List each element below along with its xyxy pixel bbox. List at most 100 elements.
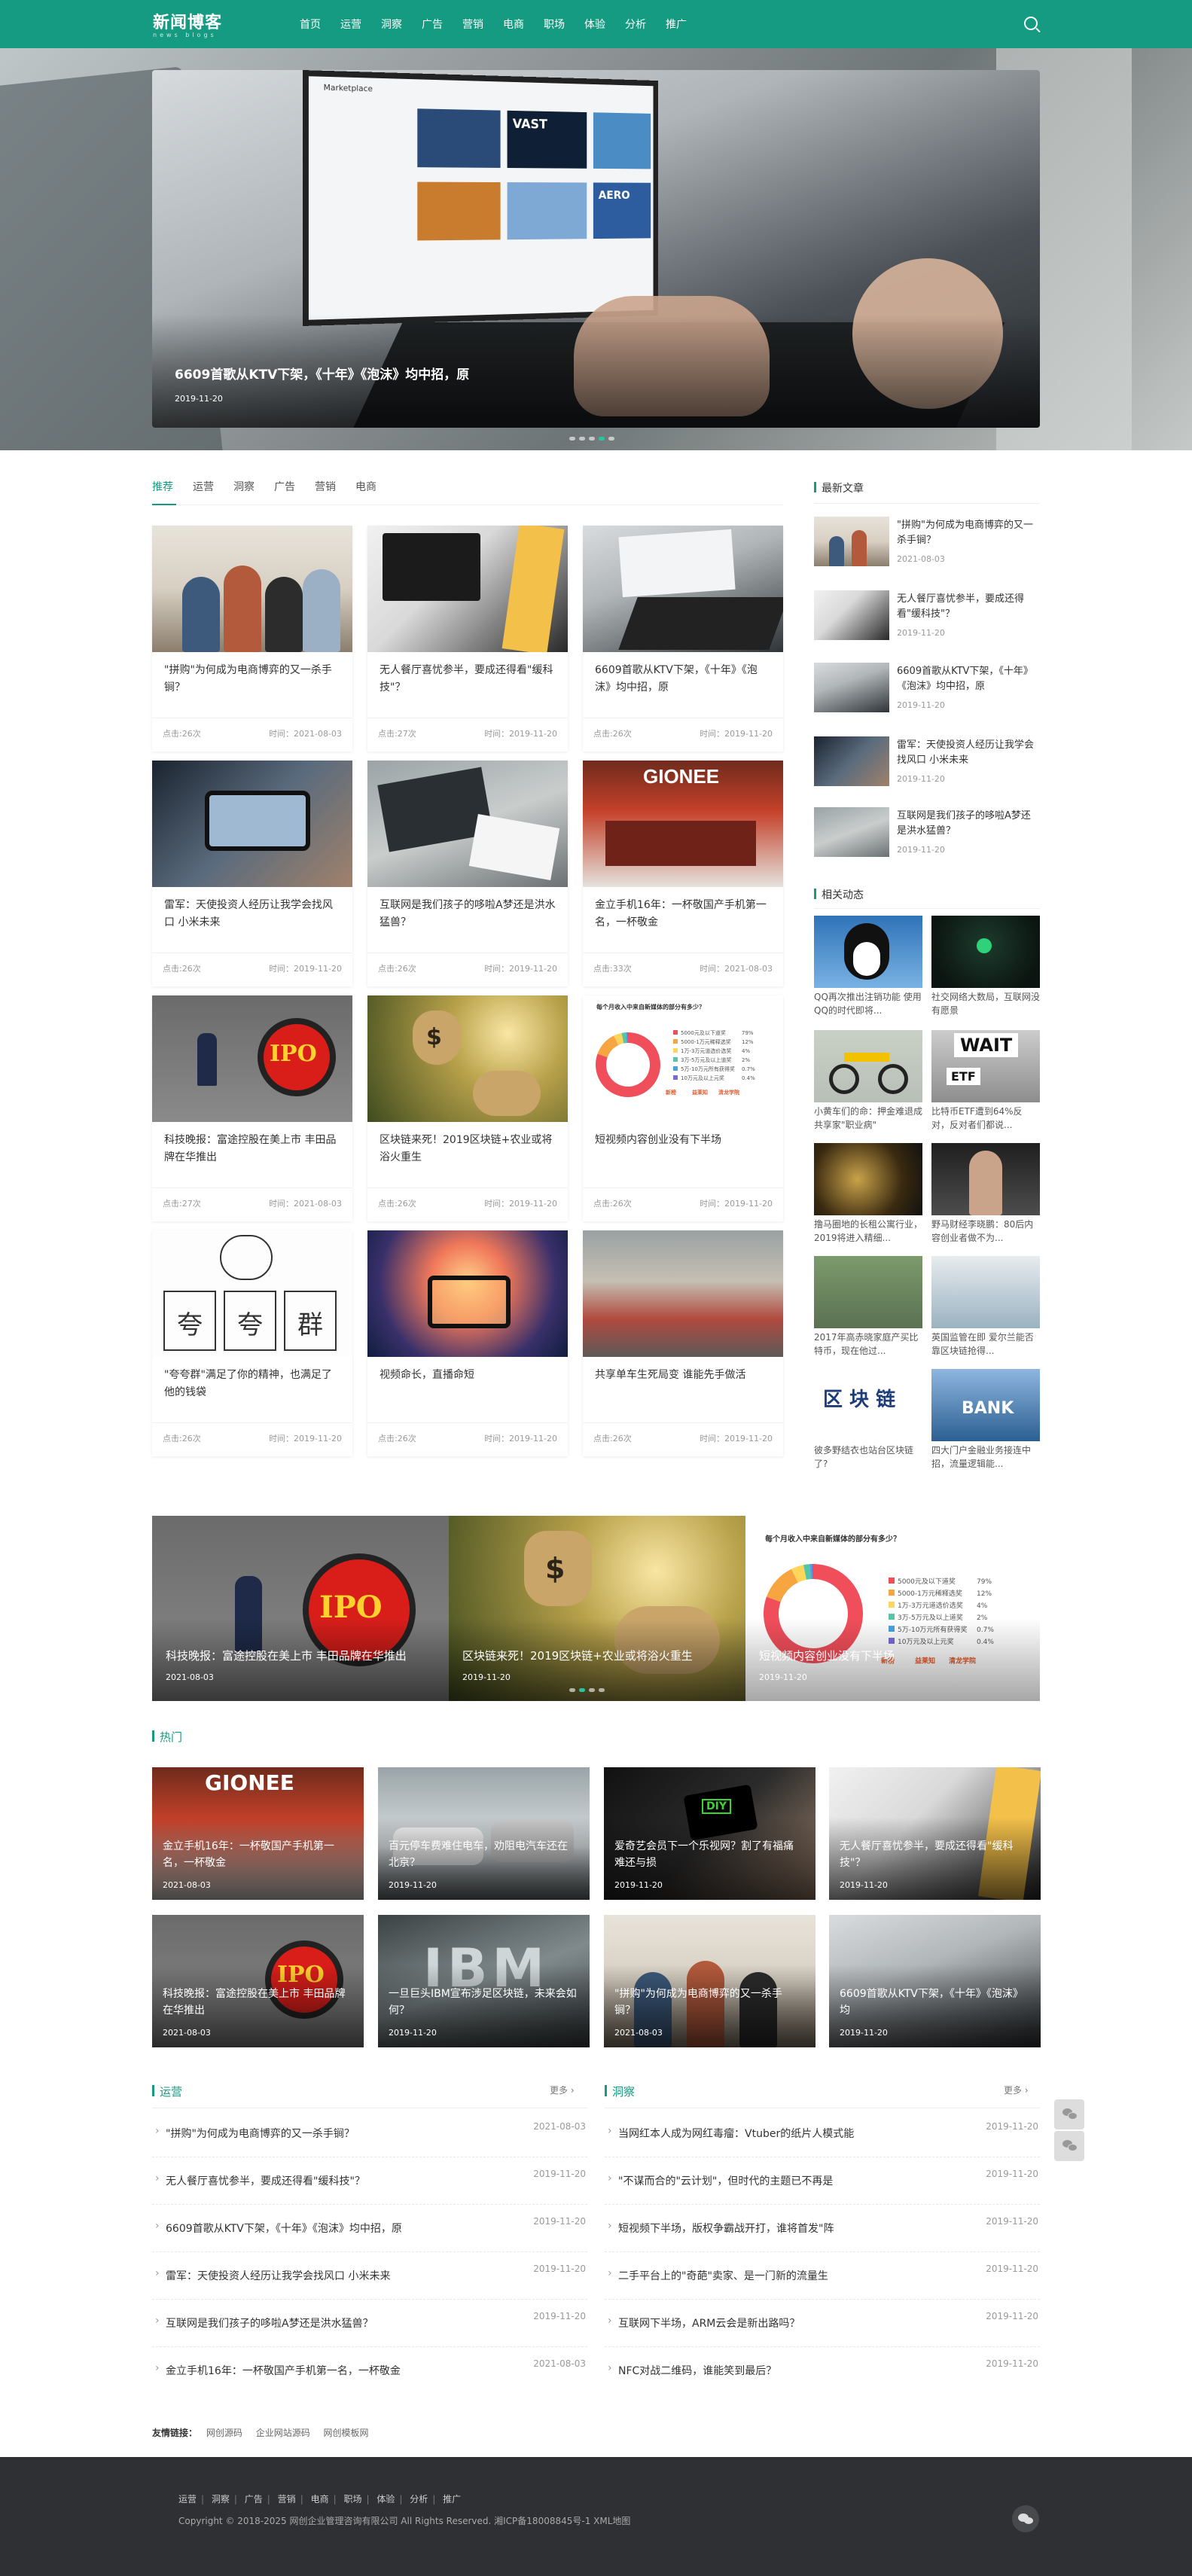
related-title[interactable]: 野马财经李晓鹏：80后内容创业者做不为... [931,1218,1040,1245]
list-item[interactable]: 短视频下半场，版权争霸战开打，谁将首发"阵 2019-11-20 [605,2206,1040,2252]
related-title[interactable]: 小黄车们的命：押金难退成共享家"职业病" [814,1105,922,1132]
list-item[interactable]: 二手平台上的"奇葩"卖家、是一门新的流量生 2019-11-20 [605,2253,1040,2300]
latest-thumbnail[interactable] [814,590,889,640]
carousel-slide[interactable]: $ 区块链来死！2019区块链+农业或将浴火重生 2019-11-20 [449,1516,745,1701]
latest-title[interactable]: "拼购"为何成为电商博弈的又一杀手锏？ [897,518,1040,548]
nav-item[interactable]: 分析 [625,17,666,32]
pagination-dot[interactable] [579,437,585,441]
article-thumbnail[interactable]: 每个月收入中来自新媒体的部分有多少？ 5000元及以下道奖 79% 5000-1万元稀… [583,995,783,1122]
article-card[interactable]: 6609首歌从KTV下架，《十年》《泡沫》均中招，原 点击:26次 时间：2019… [583,526,783,751]
footer-link[interactable]: 营销 [278,2494,296,2504]
article-thumbnail[interactable]: GIONEE [583,761,783,887]
hot-title[interactable]: 金立手机16年：一杯敬国产手机第一名，一杯敬金 [163,1838,351,1871]
pagination-dot[interactable] [589,1688,595,1692]
hot-title[interactable]: 一旦巨头IBM宣布涉足区块链，未来会如何？ [389,1986,577,2019]
article-title[interactable]: 区块链来死！2019区块链+农业或将浴火重生 [380,1132,556,1166]
hot-title[interactable]: 科技晚报：富途控股在美上市 丰田品牌在华推出 [163,1986,351,2019]
carousel-title[interactable]: 科技晚报：富途控股在美上市 丰田品牌在华推出 [166,1648,407,1663]
related-thumbnail[interactable] [931,1143,1040,1215]
article-card[interactable]: 互联网是我们孩子的哆啦A梦还是洪水猛兽？ 点击:26次 时间：2019-11-20 [367,761,568,986]
nav-item[interactable]: 首页 [300,17,340,32]
hot-item[interactable]: 无人餐厅喜忧参半，要成还得看"缓科技"？ 2019-11-20 [829,1767,1041,1900]
nav-item[interactable]: 推广 [666,17,706,32]
hot-item[interactable]: IBM 一旦巨头IBM宣布涉足区块链，未来会如何？ 2019-11-20 [378,1915,590,2047]
hero-title[interactable]: 6609首歌从KTV下架，《十年》《泡沫》均中招，原 [175,364,469,383]
wechat-icon[interactable] [1012,2505,1039,2532]
nav-item[interactable]: 广告 [422,17,462,32]
related-item[interactable]: 2017年高赤晓家庭产买比特币，现在他过... [814,1256,922,1361]
related-title[interactable]: 比特币ETF遭到64%反对，反对者们都说... [931,1105,1040,1132]
article-thumbnail[interactable] [583,1230,783,1357]
article-thumbnail[interactable] [583,526,783,652]
article-card[interactable]: IPO 科技晚报：富途控股在美上市 丰田品牌在华推出 点击:27次 时间：2021… [152,995,352,1221]
article-title[interactable]: 6609首歌从KTV下架，《十年》《泡沫》均中招，原 [595,662,771,697]
pagination-dot[interactable] [599,1688,605,1692]
related-item[interactable]: 小黄车们的命：押金难退成共享家"职业病" [814,1030,922,1136]
article-thumbnail[interactable]: $ [367,995,568,1122]
related-title[interactable]: 撸马圈地的长租公寓行业，2019将进入精细... [814,1218,922,1245]
related-thumbnail[interactable] [931,1256,1040,1328]
article-card[interactable]: 雷军：天使投资人经历让我学会找风口 小米未来 点击:26次 时间：2019-11-… [152,761,352,986]
list-title[interactable]: "拼购"为何成为电商博弈的又一杀手锏？ [155,2125,355,2141]
list-item[interactable]: "不谋而合的"云计划"，但时代的主题已不再是 2019-11-20 [605,2158,1040,2205]
tab-insight[interactable]: 洞察 [233,479,255,494]
latest-article-item[interactable]: 6609首歌从KTV下架，《十年》《泡沫》均中招，原 2019-11-20 [814,663,1040,714]
article-title[interactable]: 雷军：天使投资人经历让我学会找风口 小米未来 [164,897,340,931]
latest-thumbnail[interactable] [814,517,889,566]
article-title[interactable]: "夸夸群"满足了你的精神，也满足了他的钱袋 [164,1367,340,1401]
latest-thumbnail[interactable] [814,663,889,712]
related-title[interactable]: 彼多野结衣也站台区块链了? [814,1443,922,1471]
related-item[interactable]: WAIT ETF 比特币ETF遭到64%反对，反对者们都说... [931,1030,1040,1136]
list-item[interactable]: 互联网下半场，ARM云会是新出路吗？ 2019-11-20 [605,2300,1040,2347]
latest-title[interactable]: 互联网是我们孩子的哆啦A梦还是洪水猛兽？ [897,809,1040,839]
related-thumbnail[interactable] [814,1030,922,1102]
hot-item[interactable]: "拼购"为何成为电商博弈的又一杀手锏？ 2021-08-03 [604,1915,815,2047]
related-thumbnail[interactable] [814,1256,922,1328]
related-thumbnail[interactable]: WAIT ETF [931,1030,1040,1102]
list-item[interactable]: 6609首歌从KTV下架，《十年》《泡沫》均中招，原 2019-11-20 [152,2206,587,2252]
nav-item[interactable]: 营销 [462,17,503,32]
list-title[interactable]: 二手平台上的"奇葩"卖家、是一门新的流量生 [608,2267,828,2283]
nav-item[interactable]: 洞察 [381,17,422,32]
list-item[interactable]: NFC对战二维码，谁能笑到最后？ 2019-11-20 [605,2348,1040,2395]
hot-title[interactable]: 爱奇艺会员下一个乐视网？割了有福痛难还与损 [614,1838,803,1871]
footer-link[interactable]: 体验 [377,2494,395,2504]
article-thumbnail[interactable] [367,526,568,652]
list-title[interactable]: 短视频下半场，版权争霸战开打，谁将首发"阵 [608,2220,834,2236]
pagination-dot[interactable] [569,437,575,441]
related-item[interactable]: 社交网络大数局，互联网没有愿景 [931,916,1040,1021]
carousel-slide[interactable]: IPO 科技晚报：富途控股在美上市 丰田品牌在华推出 2021-08-03 [152,1516,449,1701]
pagination-dot[interactable] [608,437,614,441]
list-title[interactable]: 互联网下半场，ARM云会是新出路吗？ [608,2315,800,2331]
carousel-title[interactable]: 短视频内容创业没有下半场 [759,1648,895,1663]
list-item[interactable]: 雷军：天使投资人经历让我学会找风口 小米未来 2019-11-20 [152,2253,587,2300]
related-thumbnail[interactable] [931,916,1040,988]
friend-link[interactable]: 企业网站源码 [256,2428,310,2438]
latest-title[interactable]: 无人餐厅喜忧参半，要成还得看"缓科技"？ [897,592,1040,622]
nav-item[interactable]: 职场 [544,17,584,32]
friend-link[interactable]: 网创源码 [206,2428,242,2438]
hot-item[interactable]: GIONEE 金立手机16年：一杯敬国产手机第一名，一杯敬金 2021-08-0… [152,1767,364,1900]
related-thumbnail[interactable]: BANK [931,1369,1040,1441]
latest-article-item[interactable]: 雷军：天使投资人经历让我学会找风口 小米未来 2019-11-20 [814,736,1040,788]
nav-item[interactable]: 电商 [503,17,544,32]
footer-link[interactable]: 洞察 [212,2494,230,2504]
related-item[interactable]: 撸马圈地的长租公寓行业，2019将进入精细... [814,1143,922,1248]
carousel-title[interactable]: 区块链来死！2019区块链+农业或将浴火重生 [462,1648,693,1663]
article-title[interactable]: 短视频内容创业没有下半场 [595,1132,771,1149]
related-item[interactable]: QQ再次推出注销功能 使用QQ的时代即将... [814,916,922,1021]
related-thumbnail[interactable] [814,916,922,988]
list-title[interactable]: "不谋而合的"云计划"，但时代的主题已不再是 [608,2172,833,2188]
list-title[interactable]: 互联网是我们孩子的哆啦A梦还是洪水猛兽？ [155,2315,373,2331]
friend-link[interactable]: 网创模板网 [324,2428,369,2438]
article-title[interactable]: 共享单车生死局变 谁能先手做活 [595,1367,771,1384]
footer-link[interactable]: 分析 [410,2494,428,2504]
related-thumbnail[interactable]: 区 块 链 [814,1369,922,1441]
list-title[interactable]: 当网红本人成为网红毒瘤：Vtuber的纸片人模式能 [608,2125,854,2141]
article-card[interactable]: 共享单车生死局变 谁能先手做活 点击:26次 时间：2019-11-20 [583,1230,783,1456]
article-card[interactable]: 无人餐厅喜忧参半，要成还得看"缓科技"？ 点击:27次 时间：2019-11-20 [367,526,568,751]
hot-item[interactable]: 6609首歌从KTV下架，《十年》《泡沫》均 2019-11-20 [829,1915,1041,2047]
tab-marketing[interactable]: 营销 [315,479,336,494]
related-item[interactable]: 英国监管在即 爱尔兰能否靠区块链抢得... [931,1256,1040,1361]
hero-slide[interactable]: Marketplace VAST AERO 6609首歌从KTV下架，《十年》《… [152,70,1040,428]
